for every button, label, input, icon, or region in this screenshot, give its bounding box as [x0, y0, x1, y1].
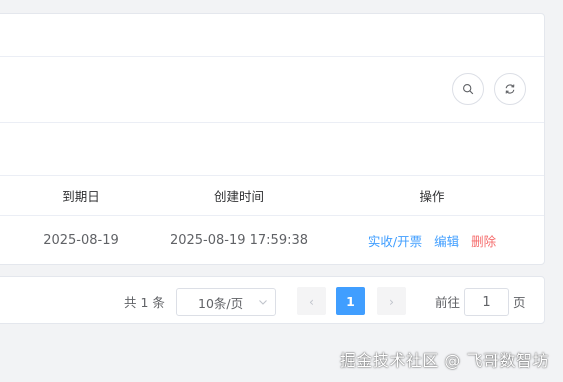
chevron-down-icon [259, 300, 267, 305]
delete-link[interactable]: 删除 [471, 231, 496, 250]
search-button[interactable] [452, 73, 484, 105]
column-header-actions: 操作 [419, 189, 445, 204]
page-size-select[interactable]: 10条/页 [176, 288, 276, 316]
created-at-cell: 2025-08-19 17:59:38 [169, 233, 309, 248]
page-size-value: 10条/页 [198, 295, 244, 311]
search-icon [463, 84, 474, 95]
page-1-button[interactable]: 1 [336, 287, 365, 315]
filter-row [0, 123, 544, 176]
column-header-due-date: 到期日 [62, 189, 100, 204]
pagination-bar: 共 1 条 10条/页 ‹ 1 › 前往 1 页 [0, 276, 545, 324]
due-date-cell: 2025-08-19 [43, 233, 119, 248]
edit-link[interactable]: 编辑 [434, 231, 459, 250]
goto-page-input[interactable]: 1 [464, 288, 509, 316]
table-card: 到期日 创建时间 操作 2025-08-19 2025-08-19 17:59:… [0, 13, 545, 265]
receipt-invoice-link[interactable]: 实收/开票 [368, 231, 422, 250]
card-header [0, 14, 544, 57]
total-count: 共 1 条 [124, 294, 165, 310]
goto-suffix: 页 [513, 294, 526, 310]
goto-prefix: 前往 [435, 294, 461, 310]
refresh-button[interactable] [494, 73, 526, 105]
watermark: 掘金技术社区 @ 飞哥数智坊 [339, 351, 549, 370]
table-row: 2025-08-19 2025-08-19 17:59:38 实收/开票 编辑 … [0, 216, 544, 265]
column-header-created-at: 创建时间 [213, 189, 264, 204]
table-toolbar [0, 57, 544, 123]
table-header: 到期日 创建时间 操作 [0, 176, 544, 216]
next-page-button[interactable]: › [377, 287, 406, 315]
actions-cell: 实收/开票 编辑 删除 [367, 216, 497, 265]
prev-page-button[interactable]: ‹ [297, 287, 326, 315]
refresh-icon [505, 84, 515, 94]
